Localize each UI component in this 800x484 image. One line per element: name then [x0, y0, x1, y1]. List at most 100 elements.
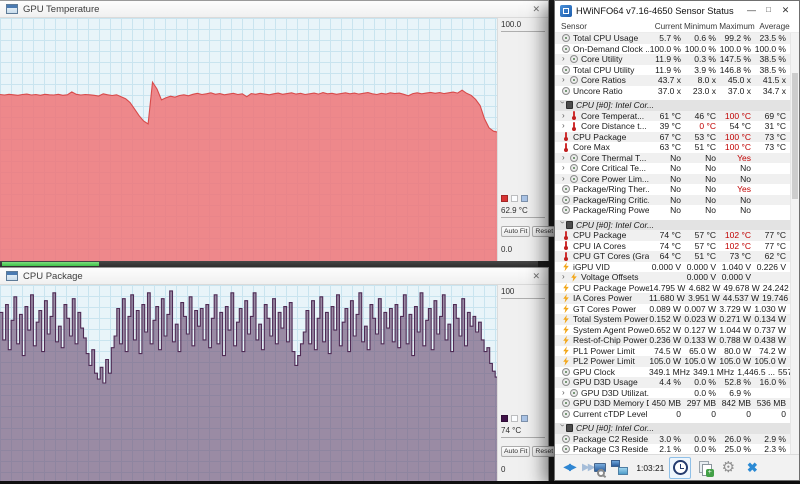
sensor-row[interactable]: › Voltage Offsets 0.000 V 0.000 V	[555, 272, 790, 283]
auto-fit-button[interactable]: Auto Fit	[501, 446, 531, 457]
bolt-icon	[571, 272, 577, 282]
reset-button[interactable]: Reset	[532, 226, 557, 237]
graph-window-icon	[6, 271, 18, 281]
line-color-swatch[interactable]	[501, 195, 508, 202]
sensor-row[interactable]: Package C3 Reside... 2.1 % 0.0 % 25.0 % 2.3 …	[555, 444, 790, 455]
sensor-row[interactable]: Package/Ring Powe... No No No	[555, 205, 790, 216]
sensor-row[interactable]: GPU Clock 349.1 MHz 349.1 MHz 1,446.5 ... 55…	[555, 367, 790, 378]
sensor-row[interactable]: Package/Ring Ther... No No Yes	[555, 184, 790, 195]
grid-color-swatch[interactable]	[521, 195, 528, 202]
value-maximum: 146.8 %	[719, 64, 751, 75]
expand-chevron-icon[interactable]: ›	[562, 153, 570, 162]
sensor-row[interactable]: CPU Package 67 °C 53 °C 100 °C 73 °C	[555, 131, 790, 142]
sensor-group-header[interactable]: › CPU [#0]: Intel Cor...	[555, 219, 790, 230]
sensor-group-header[interactable]: › CPU [#0]: Intel Cor...	[555, 100, 790, 111]
sensor-row[interactable]: › Core Temperat... 61 °C 46 °C 100 °C 69 °C	[555, 110, 790, 121]
expand-chevron-icon[interactable]: ›	[562, 388, 570, 397]
background-color-swatch[interactable]	[511, 415, 518, 422]
hwinfo-titlebar[interactable]: HWiNFO64 v7.16-4650 Sensor Status — □ ✕	[555, 1, 799, 20]
remote-sensors-button[interactable]	[608, 457, 630, 479]
expand-chevron-icon[interactable]: ›	[562, 273, 570, 281]
sensor-row[interactable]: › Core Power Lim... No No No	[555, 173, 790, 184]
magnifier-icon	[597, 468, 606, 477]
sensor-row[interactable]: iGPU VID 0.000 V 0.000 V 1.040 V 0.226 V	[555, 262, 790, 273]
gpu-temperature-titlebar[interactable]: GPU Temperature ✕	[0, 1, 548, 18]
column-current[interactable]: Current	[649, 22, 684, 31]
sensor-row[interactable]: IA Cores Power 11.680 W 3.951 W 44.537 W 19.…	[555, 293, 790, 304]
thermometer-icon	[562, 241, 570, 251]
value-minimum: 0.007 W	[684, 303, 716, 314]
sensor-row[interactable]: Package C2 Reside... 3.0 % 0.0 % 26.0 % 2.9 …	[555, 433, 790, 444]
value-current: 61 °C	[659, 110, 681, 121]
expand-chevron-icon[interactable]: ›	[562, 174, 570, 183]
close-icon[interactable]: ✕	[532, 271, 540, 281]
sensor-row[interactable]: PL1 Power Limit 74.5 W 65.0 W 80.0 W 74.2 W	[555, 346, 790, 357]
column-sensor[interactable]: Sensor	[555, 22, 649, 31]
sensor-row[interactable]: › GPU D3D Utilizat... 0.0 % 6.9 %	[555, 388, 790, 399]
expand-chevron-icon[interactable]: ›	[562, 76, 570, 84]
sensor-row[interactable]: CPU GT Cores (Gra... 64 °C 51 °C 73 °C 62 °C	[555, 251, 790, 262]
cpu-package-window: CPU Package ✕ 100 74 °C Auto Fit Reset 0	[0, 267, 557, 481]
grid-color-swatch[interactable]	[521, 415, 528, 422]
sensor-row[interactable]: GPU D3D Usage 4.4 % 0.0 % 52.8 % 16.0 %	[555, 377, 790, 388]
value-maximum: 45.0 x	[727, 75, 751, 86]
auto-fit-button[interactable]: Auto Fit	[501, 226, 531, 237]
sensor-row[interactable]: Uncore Ratio 37.0 x 23.0 x 37.0 x 34.7 x	[555, 86, 790, 97]
collapse-chevron-icon[interactable]: ›	[558, 221, 567, 229]
value-average: 73 °C	[764, 131, 786, 142]
value-minimum: 0.000 V	[686, 261, 716, 272]
sensor-row[interactable]: PL2 Power Limit 105.0 W 105.0 W 105.0 W 105.…	[555, 356, 790, 367]
sensor-row[interactable]: Rest-of-Chip Power 0.236 W 0.133 W 0.788 W0…	[555, 335, 790, 346]
value-maximum: 147.5 %	[719, 54, 751, 65]
sensor-row[interactable]: Total CPU Utility 11.9 % 3.9 % 146.8 % 38.5 …	[555, 65, 790, 76]
sensor-row[interactable]: CPU Package 74 °C 57 °C 102 °C 77 °C	[555, 230, 790, 241]
column-maximum[interactable]: Maximum	[719, 22, 756, 31]
sensor-row[interactable]: Total System Power 0.152 W 0.023 W 0.271 W0…	[555, 314, 790, 325]
sensor-row[interactable]: GPU D3D Memory D...450 MB 297 MB 842 MB 536…	[555, 398, 790, 409]
navigate-arrows-button[interactable]: ◀▶	[558, 457, 580, 479]
collapse-chevron-icon[interactable]: ›	[558, 101, 567, 109]
scrollbar[interactable]	[790, 33, 799, 455]
sensor-row[interactable]: › Core Utility 11.9 % 0.3 % 147.5 % 38.5 %	[555, 54, 790, 65]
expand-chevron-icon[interactable]: ›	[562, 122, 570, 130]
sensor-row[interactable]: CPU Package Power 14.795 W 4.682 W 49.678 W…	[555, 283, 790, 294]
sensor-row[interactable]: On-Demand Clock ... 100.0 % 100.0 % 100.0 %…	[555, 44, 790, 55]
collapse-chevron-icon[interactable]: ›	[558, 424, 567, 432]
sensor-name: Current cTDP Level	[573, 408, 648, 419]
settings-button[interactable]: ⚙	[717, 457, 739, 479]
sensor-group-header[interactable]: › CPU [#0]: Intel Cor...	[555, 423, 790, 434]
uptime-counter: 1:03:21	[636, 462, 665, 473]
sensor-row[interactable]: Core Max 63 °C 51 °C 100 °C 73 °C	[555, 142, 790, 153]
gauge-icon	[562, 185, 570, 194]
sensor-row[interactable]: GT Cores Power 0.089 W 0.007 W 3.729 W 1.030…	[555, 304, 790, 315]
find-sensor-button[interactable]: ▶▶	[582, 457, 607, 479]
line-color-swatch[interactable]	[501, 415, 508, 422]
sensor-row[interactable]: › Core Distance t... 39 °C 0 °C 54 °C 31 °C	[555, 121, 790, 132]
sensor-row[interactable]: Package/Ring Critic... No No No	[555, 194, 790, 205]
clock-button[interactable]	[669, 456, 692, 479]
sensor-row[interactable]: › Core Thermal T... No No Yes	[555, 152, 790, 163]
expand-chevron-icon[interactable]: ›	[562, 55, 570, 63]
minimize-icon[interactable]: —	[743, 5, 760, 16]
sensor-row[interactable]: › Core Ratios 43.7 x 8.0 x 45.0 x 41.5 x	[555, 75, 790, 86]
cpu-package-titlebar[interactable]: CPU Package ✕	[0, 268, 548, 285]
expand-chevron-icon[interactable]: ›	[562, 111, 570, 120]
close-icon[interactable]: ✕	[777, 5, 794, 16]
logging-button[interactable]	[693, 457, 715, 479]
column-average[interactable]: Average	[757, 22, 792, 31]
expand-chevron-icon[interactable]: ›	[562, 164, 570, 172]
background-color-swatch[interactable]	[511, 195, 518, 202]
column-minimum[interactable]: Minimum	[684, 22, 719, 31]
close-icon[interactable]: ✕	[532, 4, 540, 14]
thermometer-icon	[562, 251, 570, 261]
reset-button[interactable]: Reset	[532, 446, 557, 457]
scrollbar-thumb[interactable]	[792, 73, 798, 199]
gauge-icon	[570, 164, 578, 173]
sensor-row[interactable]: System Agent Power 0.652 W 0.127 W 1.044 W0…	[555, 325, 790, 336]
maximize-icon[interactable]: □	[760, 5, 777, 16]
sensor-row[interactable]: Current cTDP Level 0 0 0 0	[555, 409, 790, 420]
sensor-row[interactable]: Total CPU Usage 5.7 % 0.6 % 99.2 % 23.5 %	[555, 33, 790, 44]
sensor-row[interactable]: CPU IA Cores 74 °C 57 °C 102 °C 77 °C	[555, 241, 790, 252]
sensor-row[interactable]: › Core Critical Te... No No No	[555, 163, 790, 174]
quit-button[interactable]: ✖	[741, 457, 763, 479]
